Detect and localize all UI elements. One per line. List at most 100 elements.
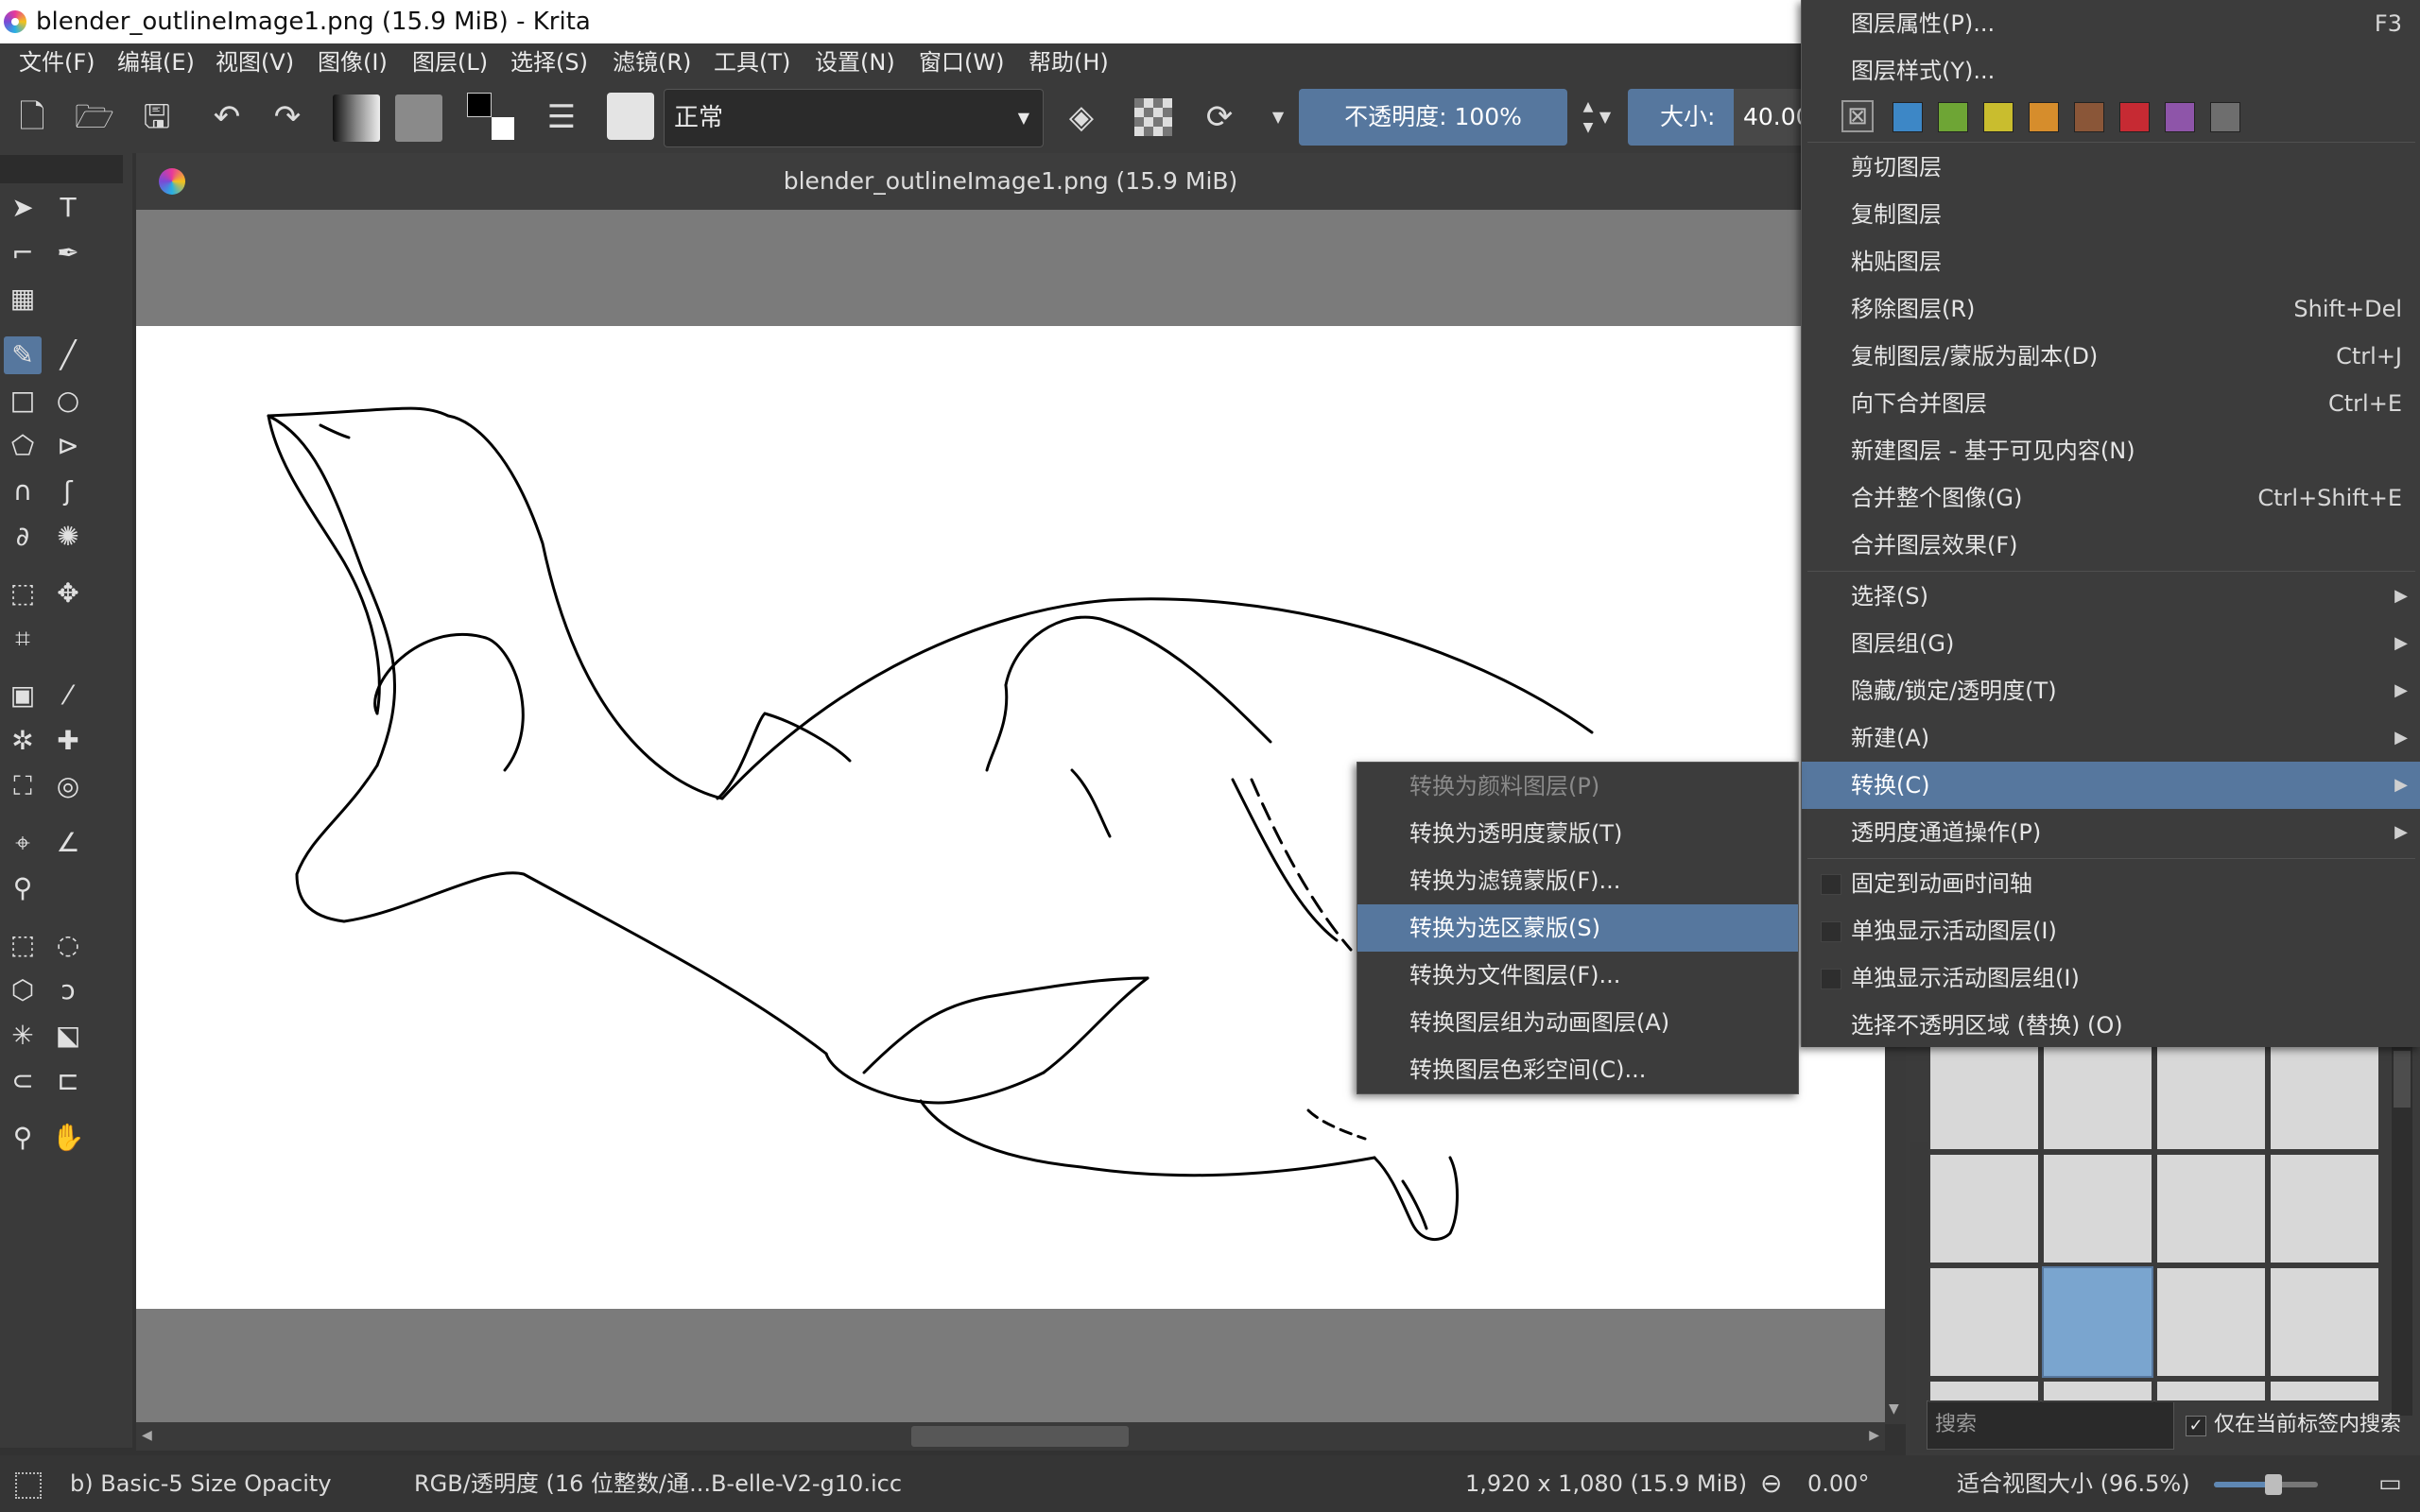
brush-preset-sketch-pencil[interactable] <box>2269 1266 2380 1378</box>
zoom-slider[interactable] <box>2214 1474 2318 1495</box>
freehand-path-tool-icon[interactable]: ʃ <box>49 472 87 510</box>
menu-layer[interactable]: 图层(L) <box>412 43 488 81</box>
horizontal-scroll-thumb[interactable] <box>911 1426 1129 1447</box>
calligraphy-tool-icon[interactable]: ✒ <box>49 234 87 272</box>
menu-filter[interactable]: 滤镜(R) <box>613 43 691 81</box>
freehand-selection-tool-icon[interactable]: ↄ <box>49 971 87 1009</box>
color-label-none-icon[interactable]: ⊠ <box>1841 100 1874 132</box>
background-color-icon[interactable] <box>492 117 514 140</box>
brush-preset-blur[interactable] <box>2155 1040 2267 1151</box>
menu-item-layer-style[interactable]: 图层样式(Y)... <box>1802 47 2420 94</box>
crop-tool-icon[interactable]: ⌗ <box>4 620 42 658</box>
zoom-tool-icon[interactable]: ⚲ <box>4 1119 42 1157</box>
menu-item-hide-lock-submenu[interactable]: 隐藏/锁定/透明度(T) ▶ <box>1802 667 2420 714</box>
save-icon[interactable]: 🖫 <box>136 96 178 138</box>
color-label-green[interactable] <box>1938 102 1968 132</box>
brush-preset-row-partial[interactable] <box>2155 1380 2267 1402</box>
gradient-editor-tool-icon[interactable]: ▦ <box>4 280 42 318</box>
contiguous-selection-tool-icon[interactable]: ✳ <box>4 1017 42 1055</box>
brush-preset-row-partial[interactable] <box>1928 1380 2040 1402</box>
brush-list-scrollbar[interactable] <box>2392 1047 2412 1416</box>
move-tool-icon[interactable]: ✥ <box>49 575 87 612</box>
menu-item-copy-layer[interactable]: 复制图层 <box>1802 191 2420 238</box>
magnetic-selection-tool-icon[interactable]: ⊏ <box>49 1062 87 1100</box>
polyline-tool-icon[interactable]: ⊳ <box>49 427 87 465</box>
brush-preset-row-partial[interactable] <box>2042 1380 2153 1402</box>
assistant-tool-icon[interactable]: ⌖ <box>4 824 42 862</box>
menu-item-new-from-visible[interactable]: 新建图层 - 基于可见内容(N) <box>1802 427 2420 474</box>
menu-select[interactable]: 选择(S) <box>510 43 588 81</box>
color-picker-tool-icon[interactable]: ⁄ <box>49 677 87 714</box>
menu-help[interactable]: 帮助(H) <box>1028 43 1109 81</box>
brush-list-scroll-thumb[interactable] <box>2394 1051 2411 1108</box>
document-tab[interactable]: blender_outlineImage1.png (15.9 MiB) <box>136 153 1885 210</box>
menu-item-select-opaque[interactable]: 选择不透明区域 (替换) (O) <box>1802 1002 2420 1049</box>
line-tool-icon[interactable]: ╱ <box>49 336 87 374</box>
brush-preset-airbrush[interactable] <box>2269 1040 2380 1151</box>
menu-item-pin-to-timeline[interactable]: 固定到动画时间轴 <box>1802 860 2420 907</box>
blend-mode-select[interactable]: 正常 ▼ <box>664 89 1044 147</box>
menu-window[interactable]: 窗口(W) <box>919 43 1004 81</box>
pan-tool-icon[interactable]: ✋ <box>49 1119 87 1157</box>
brush-preset-icon[interactable] <box>607 93 654 140</box>
color-label-red[interactable] <box>2119 102 2150 132</box>
gradient-tool-icon[interactable]: ▣ <box>4 677 42 714</box>
submenu-item-to-file-layer[interactable]: 转换为文件图层(F)... <box>1357 952 1798 999</box>
menu-view[interactable]: 视图(V) <box>216 43 294 81</box>
brush-preset-fine-brush[interactable] <box>2155 1266 2267 1378</box>
submenu-item-group-to-animated[interactable]: 转换图层组为动画图层(A) <box>1357 999 1798 1046</box>
brush-search-input[interactable]: 搜索 <box>1927 1400 2174 1450</box>
menu-file[interactable]: 文件(F) <box>19 43 95 81</box>
redo-icon[interactable]: ↷ <box>267 96 308 138</box>
elliptical-selection-tool-icon[interactable]: ◌ <box>49 926 87 964</box>
menu-item-isolate-layer[interactable]: 单独显示活动图层(I) <box>1802 907 2420 954</box>
menu-item-remove-layer[interactable]: 移除图层(R) Shift+Del <box>1802 285 2420 333</box>
undo-icon[interactable]: ↶ <box>206 96 248 138</box>
brush-preset-eraser[interactable] <box>1928 1040 2040 1151</box>
colorize-mask-tool-icon[interactable]: ✲ <box>4 722 42 760</box>
selection-status-icon[interactable] <box>15 1472 42 1499</box>
checkbox[interactable] <box>1821 921 1841 942</box>
chevron-down-icon[interactable]: ▼ <box>1584 96 1626 138</box>
reference-images-tool-icon[interactable]: ⚲ <box>4 869 42 907</box>
scroll-down-arrow-icon[interactable]: ▼ <box>1889 1401 1899 1417</box>
menu-item-new-submenu[interactable]: 新建(A) ▶ <box>1802 714 2420 762</box>
rotation-icon[interactable]: ⊖ <box>1760 1455 1782 1512</box>
select-shapes-tool-icon[interactable]: ➤ <box>4 189 42 227</box>
foreground-color-icon[interactable] <box>467 93 492 117</box>
transform-tool-icon[interactable]: ⬚ <box>4 575 42 612</box>
submenu-item-to-transparency-mask[interactable]: 转换为透明度蒙版(T) <box>1357 810 1798 857</box>
search-in-tag-checkbox[interactable]: ✓ <box>2186 1416 2206 1436</box>
menu-item-layer-properties[interactable]: 图层属性(P)... F3 <box>1802 0 2420 47</box>
polygonal-selection-tool-icon[interactable]: ⬡ <box>4 971 42 1009</box>
color-label-orange[interactable] <box>2029 102 2059 132</box>
brush-preset-basic-5-size-opacity[interactable] <box>2042 1266 2153 1378</box>
rectangle-tool-icon[interactable]: □ <box>4 382 42 420</box>
scroll-left-arrow-icon[interactable]: ◀ <box>142 1428 152 1443</box>
reload-preset-icon[interactable]: ⟳ <box>1199 96 1240 138</box>
horizontal-scrollbar[interactable]: ◀ ▶ <box>136 1422 1885 1451</box>
menu-item-flatten-layer-style[interactable]: 合并图层效果(F) <box>1802 522 2420 569</box>
menu-edit[interactable]: 编辑(E) <box>117 43 195 81</box>
text-tool-icon[interactable]: T <box>49 189 87 227</box>
rectangular-selection-tool-icon[interactable]: ⬚ <box>4 926 42 964</box>
checkbox[interactable] <box>1821 969 1841 989</box>
menu-item-flatten-image[interactable]: 合并整个图像(G) Ctrl+Shift+E <box>1802 474 2420 522</box>
menu-tools[interactable]: 工具(T) <box>714 43 790 81</box>
color-label-brown[interactable] <box>2074 102 2104 132</box>
brush-preset-paint-brush[interactable] <box>1928 1266 2040 1378</box>
brush-preset-eraser-soft[interactable] <box>2042 1040 2153 1151</box>
enclose-fill-tool-icon[interactable]: ◎ <box>49 767 87 805</box>
bezier-tool-icon[interactable]: ∩ <box>4 472 42 510</box>
pattern-selector-icon[interactable] <box>395 94 442 142</box>
freehand-brush-tool-icon[interactable]: ✎ <box>4 336 42 374</box>
submenu-item-convert-color-space[interactable]: 转换图层色彩空间(C)... <box>1357 1046 1798 1093</box>
zoom-slider-handle[interactable] <box>2265 1474 2282 1495</box>
menu-settings[interactable]: 设置(N) <box>815 43 895 81</box>
gradient-selector-icon[interactable] <box>333 94 380 142</box>
color-label-blue[interactable] <box>1893 102 1923 132</box>
eraser-mode-icon[interactable]: ◈ <box>1061 96 1102 138</box>
menu-item-group-submenu[interactable]: 图层组(G) ▶ <box>1802 620 2420 667</box>
similar-color-selection-tool-icon[interactable]: ⬕ <box>49 1017 87 1055</box>
brush-preset-ink-brush[interactable] <box>2042 1153 2153 1264</box>
